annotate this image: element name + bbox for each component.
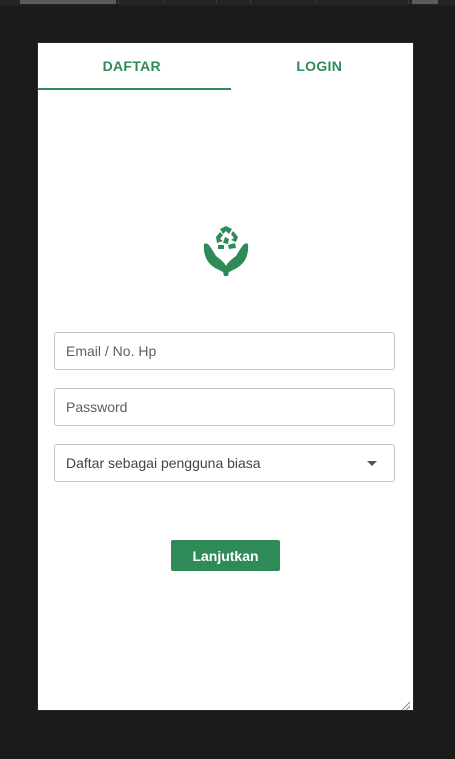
toolbar-segment xyxy=(176,0,217,4)
recycle-hands-icon xyxy=(203,225,249,277)
toolbar-segment xyxy=(220,0,251,4)
window-top-bar xyxy=(0,0,455,5)
toolbar-highlight xyxy=(412,0,438,4)
tab-daftar[interactable]: DAFTAR xyxy=(38,43,226,91)
toolbar-highlight xyxy=(20,0,116,4)
toolbar-segment xyxy=(316,0,409,4)
role-select-value: Daftar sebagai pengguna biasa xyxy=(66,455,261,471)
active-tab-indicator xyxy=(38,88,231,90)
role-select[interactable]: Daftar sebagai pengguna biasa xyxy=(54,444,395,482)
email-input[interactable] xyxy=(66,343,394,359)
email-field[interactable] xyxy=(54,332,395,370)
chevron-down-icon xyxy=(367,461,377,466)
password-field[interactable] xyxy=(54,388,395,426)
tab-login[interactable]: LOGIN xyxy=(226,43,414,91)
submit-button[interactable]: Lanjutkan xyxy=(171,540,280,571)
resize-handle-icon[interactable] xyxy=(401,698,411,711)
toolbar-segment xyxy=(250,0,317,4)
app-viewport: DAFTAR LOGIN Daftar sebaga xyxy=(38,43,413,711)
password-input[interactable] xyxy=(66,399,394,415)
auth-tabs: DAFTAR LOGIN xyxy=(38,43,413,91)
toolbar-segment xyxy=(124,0,165,4)
